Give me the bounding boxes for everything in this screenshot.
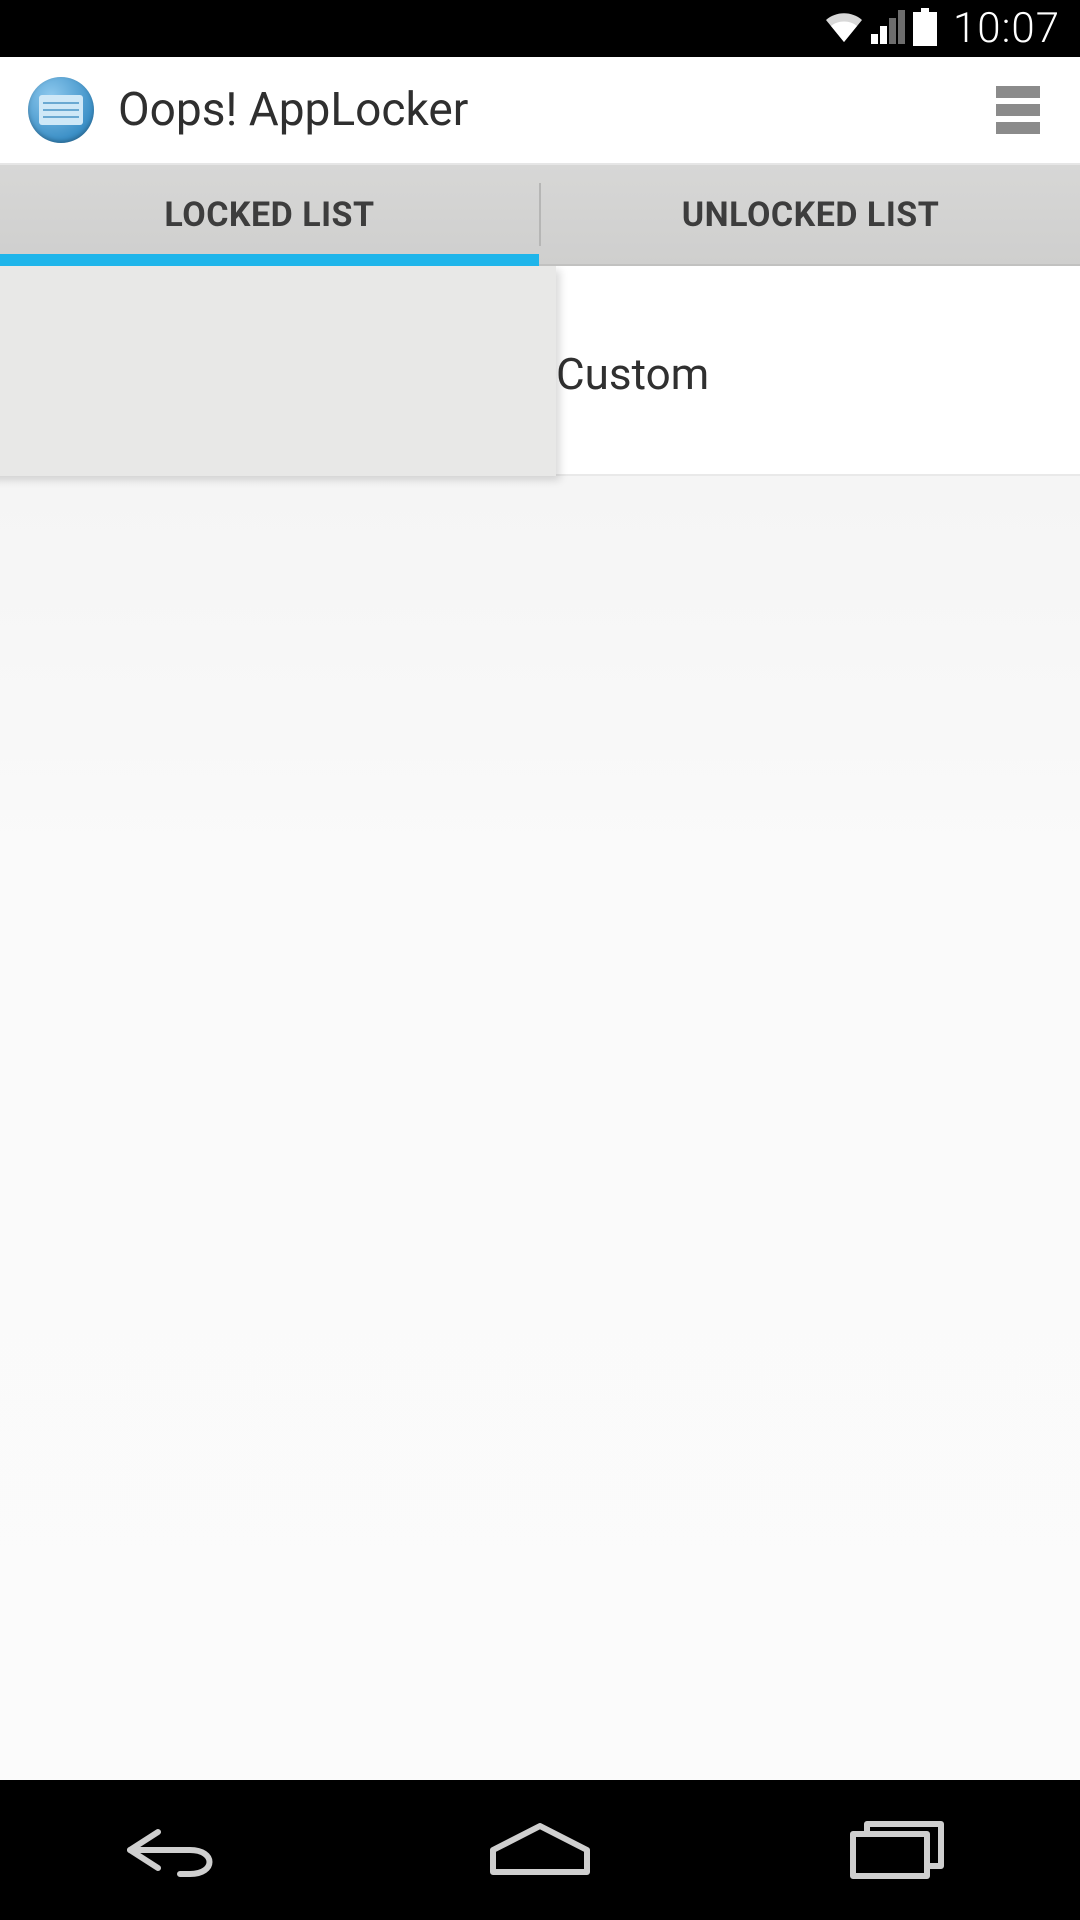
status-icons <box>823 8 937 50</box>
list-item[interactable]: me android.chrome <box>0 266 556 476</box>
battery-icon <box>913 8 937 50</box>
cell-signal-icon <box>871 10 907 48</box>
nav-home-button[interactable] <box>460 1810 620 1890</box>
settings-button[interactable] <box>996 86 1052 134</box>
nav-recent-button[interactable] <box>820 1810 980 1890</box>
tab-label: LOCKED LIST <box>164 195 374 235</box>
list-item-title: me <box>0 292 522 350</box>
tab-label: UNLOCKED LIST <box>682 195 940 235</box>
content-area: Custom me android.chrome <box>0 266 1080 1780</box>
tab-bar: LOCKED LIST UNLOCKED LIST <box>0 165 1080 266</box>
status-time: 10:07 <box>953 4 1060 53</box>
nav-back-button[interactable] <box>100 1810 260 1890</box>
tab-unlocked-list[interactable]: UNLOCKED LIST <box>541 165 1080 264</box>
app-icon <box>28 77 94 143</box>
navigation-bar <box>0 1780 1080 1920</box>
tab-locked-list[interactable]: LOCKED LIST <box>0 165 539 264</box>
status-bar: 10:07 <box>0 0 1080 57</box>
revealed-action-label: Custom <box>556 348 709 400</box>
page-title: Oops! AppLocker <box>118 83 996 137</box>
wifi-icon <box>823 10 865 48</box>
list-item-subtitle: android.chrome <box>0 376 522 423</box>
action-bar: Oops! AppLocker <box>0 57 1080 165</box>
